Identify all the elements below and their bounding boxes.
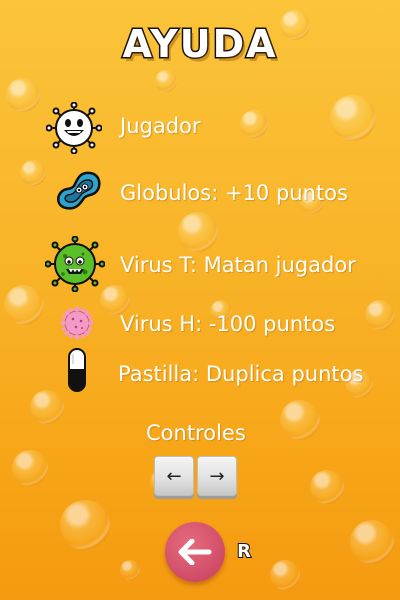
bubble: [280, 400, 320, 440]
bubble-background: [0, 0, 400, 600]
legend-label: Virus T: Matan jugador: [120, 253, 356, 277]
right-arrow-key[interactable]: →: [197, 456, 237, 496]
back-arrow-icon: [178, 539, 212, 565]
back-key-hint: R: [236, 540, 252, 563]
blue-blood-cell-icon: [57, 171, 101, 210]
bubble: [12, 450, 48, 486]
bubble: [120, 560, 140, 580]
bubble: [270, 560, 300, 590]
legend-item-player: Jugador: [0, 102, 400, 154]
pink-virus-icon: [60, 306, 94, 340]
bubble: [310, 470, 344, 504]
bubble: [60, 500, 110, 550]
legend-label: Jugador: [120, 114, 201, 138]
legend-item-virus-t: Virus T: Matan jugador: [0, 236, 400, 292]
legend-item-pill: Pastilla: Duplica puntos: [0, 346, 400, 396]
right-arrow-icon: →: [209, 465, 225, 487]
page-title: AYUDA: [121, 21, 278, 68]
pill-icon: [68, 348, 86, 392]
green-virus-icon: [45, 236, 105, 292]
left-arrow-icon: ←: [166, 465, 182, 487]
back-button[interactable]: [165, 522, 225, 582]
white-germ-player-icon: [46, 102, 102, 154]
legend-label: Globulos: +10 puntos: [120, 181, 348, 205]
legend-label: Virus H: -100 puntos: [120, 312, 336, 336]
bubble: [155, 70, 177, 92]
legend-item-blood-cell: Globulos: +10 puntos: [0, 168, 400, 218]
bubble: [350, 520, 394, 564]
legend-label: Pastilla: Duplica puntos: [118, 362, 364, 386]
controls-label: Controles: [146, 421, 246, 445]
left-arrow-key[interactable]: ←: [154, 456, 194, 496]
